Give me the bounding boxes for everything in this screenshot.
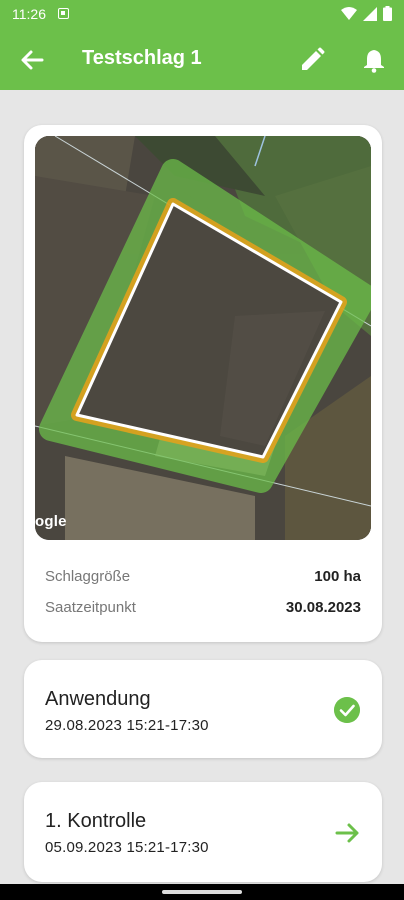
- map-attribution: ogle: [35, 513, 67, 530]
- check-circle-icon: [334, 697, 360, 723]
- field-size-label: Schlaggröße: [45, 568, 131, 585]
- system-nav-bar: [0, 884, 404, 900]
- bell-icon[interactable]: [360, 46, 388, 74]
- app-bar: Testschlag 1: [0, 28, 404, 90]
- field-map[interactable]: ogle: [35, 136, 371, 540]
- wifi-icon: [341, 6, 357, 20]
- page-title: Testschlag 1: [82, 47, 202, 69]
- cellular-icon: [363, 6, 377, 21]
- battery-icon: [383, 6, 392, 21]
- map-graphic: [35, 136, 371, 540]
- sowing-date-value: 30.08.2023: [285, 599, 361, 616]
- arrow-right-icon[interactable]: [334, 819, 362, 847]
- status-bar: 11:26: [0, 0, 404, 28]
- notification-icon: [58, 8, 69, 19]
- control-datetime: 05.09.2023 15:21-17:30: [45, 839, 209, 856]
- application-datetime: 29.08.2023 15:21-17:30: [45, 717, 209, 734]
- edit-pencil-icon[interactable]: [298, 46, 326, 74]
- system-icons: [341, 6, 392, 21]
- home-gesture-handle[interactable]: [162, 890, 242, 894]
- application-title: Anwendung: [45, 688, 151, 710]
- sowing-date-label: Saatzeitpunkt: [45, 599, 136, 616]
- control-card[interactable]: 1. Kontrolle 05.09.2023 15:21-17:30: [24, 782, 382, 882]
- control-title: 1. Kontrolle: [45, 810, 147, 832]
- field-card: ogle Schlaggröße 100 ha Saatzeitpunkt 30…: [24, 125, 382, 642]
- field-size-value: 100 ha: [314, 568, 361, 585]
- back-arrow-icon[interactable]: [18, 46, 46, 74]
- application-card[interactable]: Anwendung 29.08.2023 15:21-17:30: [24, 660, 382, 758]
- status-time: 11:26: [12, 6, 46, 22]
